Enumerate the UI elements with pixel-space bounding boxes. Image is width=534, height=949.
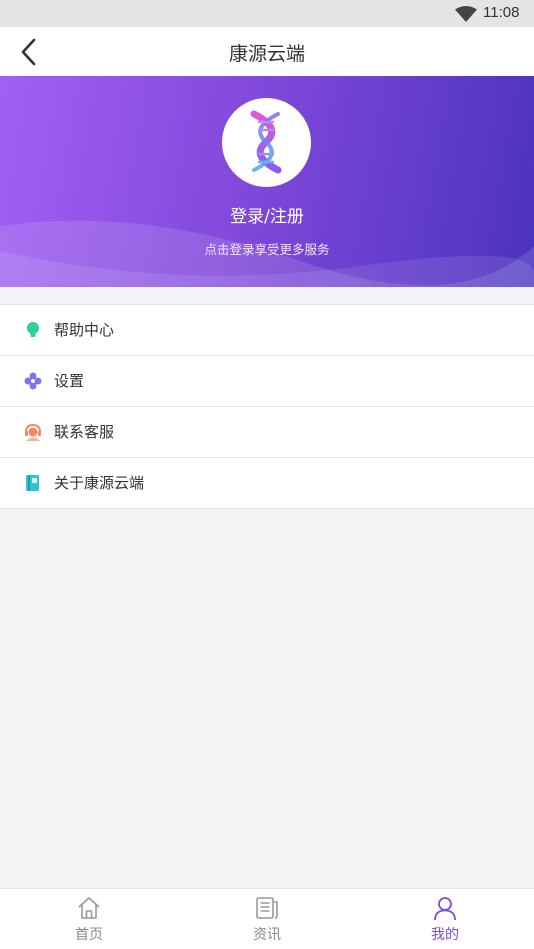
tab-home[interactable]: 首页 — [0, 889, 178, 949]
menu-item-about[interactable]: 关于康源云端 — [0, 458, 534, 509]
home-icon — [78, 897, 100, 919]
news-icon — [256, 897, 278, 919]
navbar: 康源云端 — [0, 27, 534, 76]
headset-icon — [25, 423, 41, 441]
book-icon — [26, 475, 39, 491]
profile-banner[interactable]: 登录/注册 点击登录享受更多服务 — [0, 76, 534, 287]
menu-item-label: 联系客服 — [54, 423, 115, 441]
tab-news[interactable]: 资讯 — [178, 889, 356, 949]
menu-item-label: 关于康源云端 — [54, 474, 145, 492]
lightbulb-icon — [27, 322, 39, 337]
gear-flower-icon — [24, 372, 42, 390]
bottom-tab-bar: 首页 资讯 我的 — [0, 888, 534, 949]
dna-logo-icon — [250, 110, 282, 174]
status-time: 11:08 — [483, 4, 520, 21]
menu-item-settings[interactable]: 设置 — [0, 356, 534, 407]
status-bar: 11:08 — [0, 0, 534, 27]
menu-item-label: 帮助中心 — [54, 321, 115, 339]
tab-label: 资讯 — [253, 927, 281, 943]
user-icon — [434, 897, 456, 921]
tab-mine[interactable]: 我的 — [356, 889, 534, 949]
login-register-link[interactable]: 登录/注册 — [0, 202, 534, 227]
wifi-icon — [455, 6, 477, 22]
settings-menu: 帮助中心 设置 联系客服 关于康源云端 — [0, 304, 534, 509]
avatar[interactable] — [222, 98, 311, 187]
menu-item-label: 设置 — [54, 372, 85, 390]
tab-label: 我的 — [431, 927, 459, 943]
login-subtitle: 点击登录享受更多服务 — [204, 242, 330, 257]
menu-item-help-center[interactable]: 帮助中心 — [0, 305, 534, 356]
tab-label: 首页 — [75, 927, 103, 943]
menu-item-contact-service[interactable]: 联系客服 — [0, 407, 534, 458]
page-title: 康源云端 — [228, 43, 305, 65]
